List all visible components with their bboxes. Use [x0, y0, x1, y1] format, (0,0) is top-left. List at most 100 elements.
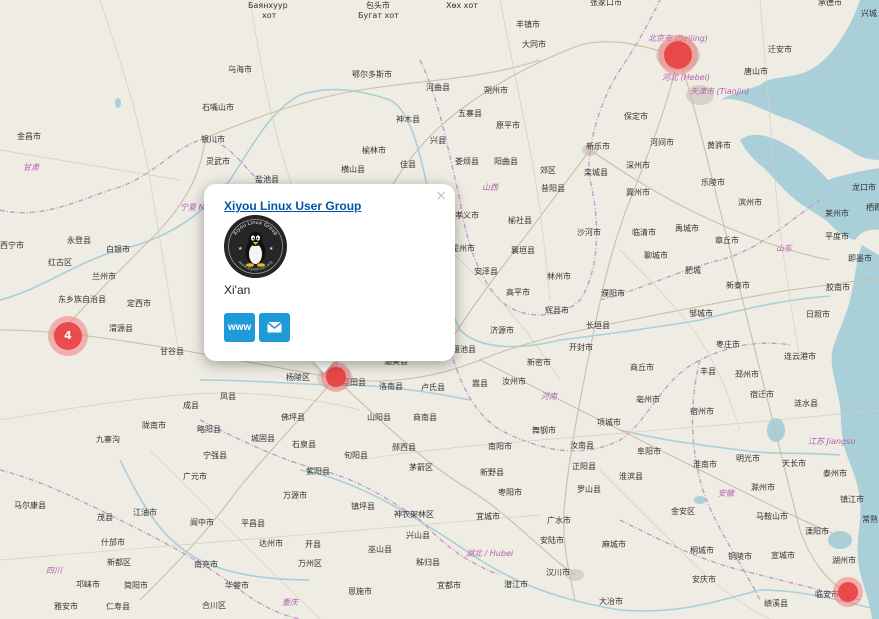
place-label: 天长市: [782, 459, 806, 468]
place-label: 秭归县: [416, 558, 440, 567]
place-label: 高平市: [506, 288, 530, 297]
place-label: 甘谷县: [160, 347, 184, 356]
place-label: 泰州市: [823, 469, 847, 478]
place-label: 龙口市: [852, 183, 876, 192]
place-label: 章丘市: [715, 236, 739, 245]
place-label: 开封市: [569, 343, 593, 352]
place-label: 凤县: [220, 392, 236, 401]
place-label: 新都区: [107, 558, 131, 567]
map-canvas[interactable]: Баянхуур хот 包头市 Бугат хот Хөх хот 张家口市 承德市 兴城丰…: [0, 0, 879, 619]
place-label: хот: [262, 11, 277, 20]
place-label: 广元市: [183, 472, 207, 481]
close-icon[interactable]: ×: [435, 188, 447, 204]
place-label: 西宁市: [0, 241, 24, 250]
place-label: 新泰市: [726, 281, 750, 290]
place-label: 雅安市: [54, 602, 78, 611]
place-label: 神木县: [396, 115, 420, 124]
place-label: 茂县: [97, 513, 113, 522]
place-label: 石嘴山市: [202, 103, 234, 112]
place-label: 佛坪县: [281, 413, 305, 422]
place-label: 定西市: [127, 299, 151, 308]
place-label: 辉县市: [545, 306, 569, 315]
place-label: 卢氏县: [421, 383, 445, 392]
place-label: 广水市: [547, 516, 571, 525]
place-label: 宿州市: [690, 407, 714, 416]
place-label: 巫山县: [368, 545, 392, 554]
cluster-hangzhou[interactable]: [833, 577, 863, 607]
place-label: 陇南市: [142, 421, 166, 430]
place-label: 承德市: [818, 0, 842, 7]
place-label: 临清市: [632, 228, 656, 237]
penguin-logo-icon: Xiyou Linux Group www.xiyoulinux.org ★ ★: [224, 215, 287, 278]
place-label: 肥城: [685, 266, 701, 275]
place-label: 济源市: [490, 326, 514, 335]
group-logo: Xiyou Linux Group www.xiyoulinux.org ★ ★: [224, 215, 287, 278]
place-label: 合川区: [202, 601, 226, 610]
place-label: 安庆市: [692, 575, 716, 584]
place-label: 洛南县: [379, 382, 403, 391]
place-label: 滁州市: [751, 483, 775, 492]
region-label: 四川: [46, 566, 62, 575]
place-label: 渭源县: [109, 324, 133, 333]
place-label: 永登县: [67, 236, 91, 245]
place-label: 淮滨县: [619, 472, 643, 481]
email-button[interactable]: [259, 313, 290, 342]
place-label: 佳县: [400, 160, 416, 169]
place-label: 偃池县: [452, 345, 476, 354]
place-label: 万州区: [298, 559, 322, 568]
place-label: 郊区: [540, 166, 556, 175]
place-label: 襄垣县: [511, 246, 535, 255]
place-label: 邳州市: [735, 370, 759, 379]
svg-text:★: ★: [269, 246, 274, 252]
place-label: 邛崃市: [76, 580, 100, 589]
place-label: 溧阳市: [805, 527, 829, 536]
place-label: 新乐市: [586, 142, 610, 151]
place-label: 聊城市: [644, 251, 668, 260]
lake: [767, 418, 785, 442]
sea-area: [720, 0, 879, 160]
place-label: 安陆市: [540, 536, 564, 545]
place-label: 城固县: [251, 434, 275, 443]
place-label: 兰州市: [92, 272, 116, 281]
region-label: 宁夏 M: [180, 203, 206, 212]
place-label: 宜都市: [437, 581, 461, 590]
place-label: 邹城市: [689, 309, 713, 318]
cluster-count: [664, 41, 692, 69]
place-label: 河曲县: [426, 83, 450, 92]
place-label: 什邡市: [101, 538, 125, 547]
website-button[interactable]: www: [224, 313, 255, 342]
place-label: 茅箭区: [409, 463, 433, 472]
group-name-link[interactable]: Xiyou Linux User Group: [224, 199, 361, 213]
region-label: 江苏 Jiangsu: [808, 437, 856, 446]
place-label: 枣阳市: [498, 488, 522, 497]
place-label: 亳州市: [636, 395, 660, 404]
place-label: 铜陵市: [728, 552, 752, 561]
place-label: 商丘市: [630, 363, 654, 372]
place-label: 红古区: [48, 258, 72, 267]
place-label: 石泉县: [292, 440, 316, 449]
place-label: 宣城市: [771, 551, 795, 560]
place-label: 栾城县: [584, 168, 608, 177]
group-popup: × Xiyou Linux User Group Xiyou Linux Gro…: [204, 184, 455, 361]
place-label: 紫阳县: [306, 467, 330, 476]
place-label: 简阳市: [124, 581, 148, 590]
cluster-lanzhou[interactable]: 4: [48, 316, 88, 356]
place-label: 朔州市: [484, 86, 508, 95]
place-label: 昔阳县: [541, 184, 565, 193]
place-label: 日照市: [806, 310, 830, 319]
place-label: 恩施市: [348, 587, 372, 596]
place-label: 新密市: [527, 358, 551, 367]
popup-tip: [312, 359, 336, 373]
place-label: 滨州市: [738, 198, 762, 207]
cluster-beijing[interactable]: [658, 35, 698, 75]
place-label: 阳曲县: [494, 157, 518, 166]
place-label: 大冶市: [599, 597, 623, 606]
place-label: Хөх хот: [446, 1, 478, 10]
place-label: 安泽县: [474, 267, 498, 276]
place-label: 舞钢市: [532, 426, 556, 435]
place-label: 淮南市: [693, 460, 717, 469]
place-label: 常熟: [862, 515, 878, 524]
group-city: Xi'an: [224, 283, 251, 297]
place-label: 兴县: [430, 136, 446, 145]
place-label: 罗山县: [577, 485, 601, 494]
